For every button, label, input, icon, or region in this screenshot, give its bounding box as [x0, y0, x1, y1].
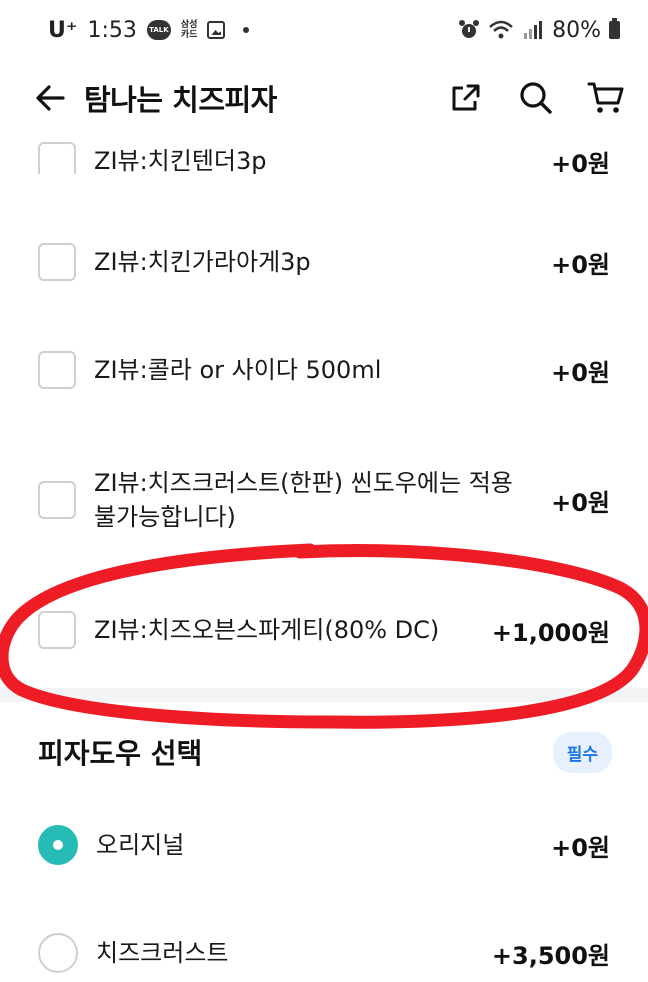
- option-label: ZI뷰:치킨가라아게3p: [94, 248, 311, 276]
- option-checkbox[interactable]: [38, 243, 76, 281]
- list-item[interactable]: ZI뷰:치즈크러스트(한판) 씬도우에는 적용불가능합니다) +0원: [0, 462, 648, 538]
- option-checkbox[interactable]: [38, 142, 76, 174]
- app-header: 탐나는 치즈피자: [0, 62, 648, 134]
- gallery-icon: [207, 21, 226, 39]
- talk-badge-text: TALK: [149, 26, 169, 34]
- battery-icon: [609, 18, 620, 39]
- kakaotalk-icon: TALK: [146, 20, 171, 40]
- signal-icon: [524, 21, 543, 39]
- radio-price: +0원: [551, 833, 610, 862]
- notification-dot-icon: [243, 27, 250, 33]
- back-button[interactable]: [30, 78, 70, 118]
- search-button[interactable]: [516, 78, 556, 118]
- dough-section-header: 피자도우 선택 필수: [0, 722, 648, 782]
- required-badge: 필수: [552, 731, 612, 773]
- option-checkbox[interactable]: [38, 611, 76, 649]
- option-label: ZI뷰:치즈오븐스파게티(80% DC): [94, 616, 440, 644]
- list-item[interactable]: ZI뷰:콜라 or 사이다 500ml +0원: [0, 350, 648, 390]
- status-bar: U⁺ 1:53 TALK 삼성 카드 80%: [0, 0, 648, 60]
- option-label: ZI뷰:치킨텐더3p: [94, 147, 267, 174]
- option-price: +0원: [551, 149, 610, 175]
- option-price: +0원: [551, 358, 610, 387]
- radio-button-selected[interactable]: [38, 825, 78, 865]
- battery-percent: 80%: [552, 17, 601, 43]
- back-arrow-icon: [36, 85, 65, 111]
- samsung-card-icon: 삼성 카드: [181, 20, 198, 40]
- option-checkbox[interactable]: [38, 351, 76, 389]
- radio-price: +3,500원: [491, 941, 610, 970]
- app-screen: U⁺ 1:53 TALK 삼성 카드 80% 탐나는 치즈피자 ZI뷰:치킨텐더…: [0, 0, 648, 982]
- radio-option-cheese-crust[interactable]: 치즈크러스트 +3,500원: [0, 932, 648, 974]
- clock: 1:53: [87, 17, 137, 43]
- option-checkbox[interactable]: [38, 481, 76, 519]
- option-price: +0원: [551, 250, 610, 279]
- option-label: ZI뷰:콜라 or 사이다 500ml: [94, 356, 382, 384]
- alarm-icon: [459, 20, 480, 38]
- cart-icon: [587, 82, 624, 113]
- status-bar-right: 80%: [458, 18, 620, 43]
- page-title: 탐나는 치즈피자: [84, 83, 277, 117]
- wifi-icon: [489, 20, 513, 39]
- card-badge-line1: 삼성: [180, 20, 198, 30]
- section-title: 피자도우 선택: [38, 737, 203, 770]
- list-item[interactable]: ZI뷰:치킨가라아게3p +0원: [0, 242, 648, 282]
- carrier-label: U⁺: [48, 17, 78, 43]
- card-badge-line2: 카드: [180, 30, 198, 40]
- option-price: +1,000원: [491, 618, 610, 647]
- option-row-inner: ZI뷰:치킨텐더3p +0원: [38, 142, 610, 174]
- radio-option-original[interactable]: 오리지널 +0원: [0, 824, 648, 866]
- option-label: ZI뷰:치즈크러스트(한판) 씬도우에는 적용불가능합니다): [94, 469, 513, 531]
- share-button[interactable]: [446, 78, 486, 118]
- radio-button[interactable]: [38, 933, 78, 973]
- status-bar-left: U⁺ 1:53 TALK 삼성 카드: [48, 17, 250, 43]
- list-item-highlighted[interactable]: ZI뷰:치즈오븐스파게티(80% DC) +1,000원: [0, 610, 648, 650]
- share-icon: [452, 84, 480, 111]
- header-actions: [446, 78, 626, 118]
- search-icon: [520, 82, 552, 114]
- radio-label: 치즈크러스트: [96, 939, 229, 967]
- cart-button[interactable]: [586, 78, 626, 118]
- section-divider: [0, 688, 648, 702]
- option-price: +0원: [551, 488, 610, 517]
- radio-label: 오리지널: [96, 831, 185, 859]
- list-item[interactable]: ZI뷰:치킨텐더3p +0원: [0, 134, 648, 174]
